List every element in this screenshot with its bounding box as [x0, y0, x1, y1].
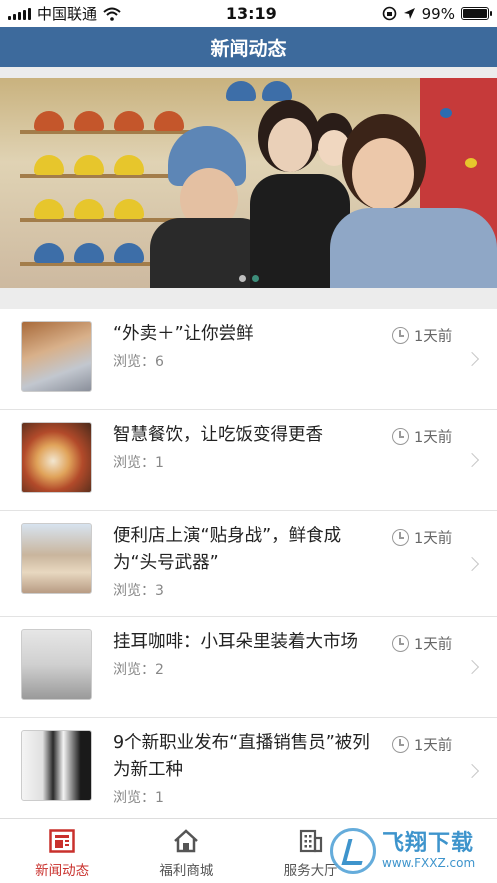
home-icon [174, 829, 199, 853]
news-views: 浏览：1 [113, 790, 164, 806]
news-list: “外卖＋”让你尝鲜 浏览：6 1天前 智慧餐饮，让吃饭变得更香 浏览：1 1天前… [0, 309, 497, 824]
banner-carousel[interactable] [0, 78, 497, 288]
news-item[interactable]: “外卖＋”让你尝鲜 浏览：6 1天前 [0, 309, 497, 410]
news-time-label: 1天前 [414, 738, 453, 754]
clock-icon [392, 529, 409, 546]
news-time: 1天前 [392, 734, 452, 755]
news-title: 9个新职业发布“直播销售员”被列为新工种 [113, 733, 370, 780]
news-time-label: 1天前 [414, 329, 453, 345]
tab-news[interactable]: 新闻动态 [0, 819, 124, 883]
page-title: 新闻动态 [210, 37, 287, 60]
battery-percent: 99% [421, 4, 455, 23]
clock-icon [392, 736, 409, 753]
news-views: 浏览：6 [113, 354, 164, 370]
tab-mall[interactable]: 福利商城 [124, 819, 248, 883]
chevron-right-icon [464, 763, 480, 779]
news-time-label: 1天前 [414, 531, 453, 547]
news-thumbnail [21, 422, 92, 493]
news-time: 1天前 [392, 325, 452, 346]
news-time: 1天前 [392, 527, 452, 548]
news-views: 浏览：1 [113, 455, 164, 471]
carrier-label: 中国联通 [37, 5, 98, 23]
carousel-dot-active[interactable] [251, 275, 259, 282]
watermark-logo-icon [330, 828, 376, 874]
news-thumbnail [21, 321, 92, 392]
news-time: 1天前 [392, 633, 452, 654]
clock-icon [392, 327, 409, 344]
location-icon [403, 8, 415, 19]
watermark-url: www.FXXZ.com [382, 855, 476, 870]
carousel-indicators [0, 275, 497, 282]
news-views: 浏览：3 [113, 583, 164, 599]
rotation-lock-icon [382, 6, 396, 21]
news-time: 1天前 [392, 426, 452, 447]
news-item[interactable]: 9个新职业发布“直播销售员”被列为新工种 浏览：1 1天前 [0, 718, 497, 824]
clock-time: 13:19 [225, 4, 277, 23]
tab-mall-label: 福利商城 [159, 863, 214, 879]
signal-icon [8, 7, 31, 20]
wifi-icon [103, 7, 121, 21]
carousel-dot[interactable] [238, 275, 246, 282]
status-bar: 中国联通 13:19 99% [0, 0, 497, 27]
watermark: 飞翔下载 www.FXXZ.com [330, 822, 495, 880]
battery-fill [462, 9, 487, 18]
tab-news-label: 新闻动态 [35, 863, 90, 879]
news-time-label: 1天前 [414, 637, 453, 653]
news-thumbnail [21, 730, 92, 801]
clock-icon [392, 635, 409, 652]
news-title: 挂耳咖啡：小耳朵里装着大市场 [113, 632, 358, 652]
news-thumbnail [21, 629, 92, 700]
chevron-right-icon [464, 351, 480, 367]
watermark-text: 飞翔下载 [382, 831, 475, 857]
chevron-right-icon [464, 556, 480, 572]
news-icon [49, 829, 75, 853]
news-item[interactable]: 便利店上演“贴身战”，鲜食成为“头号武器” 浏览：3 1天前 [0, 511, 497, 617]
news-time-label: 1天前 [414, 430, 453, 446]
news-title: “外卖＋”让你尝鲜 [113, 324, 254, 344]
chevron-right-icon [464, 659, 480, 675]
chevron-right-icon [464, 452, 480, 468]
banner-image [0, 78, 497, 288]
news-thumbnail [21, 523, 92, 594]
status-left: 中国联通 [8, 3, 121, 24]
news-views: 浏览：2 [113, 662, 164, 678]
page-header: 新闻动态 [0, 27, 497, 67]
building-icon [299, 829, 322, 853]
news-item[interactable]: 智慧餐饮，让吃饭变得更香 浏览：1 1天前 [0, 410, 497, 511]
battery-icon [460, 7, 492, 20]
news-title: 便利店上演“贴身战”，鲜食成为“头号武器” [113, 526, 342, 573]
news-item[interactable]: 挂耳咖啡：小耳朵里装着大市场 浏览：2 1天前 [0, 617, 497, 718]
news-title: 智慧餐饮，让吃饭变得更香 [113, 425, 323, 445]
status-right: 99% [382, 4, 492, 23]
clock-icon [392, 428, 409, 445]
